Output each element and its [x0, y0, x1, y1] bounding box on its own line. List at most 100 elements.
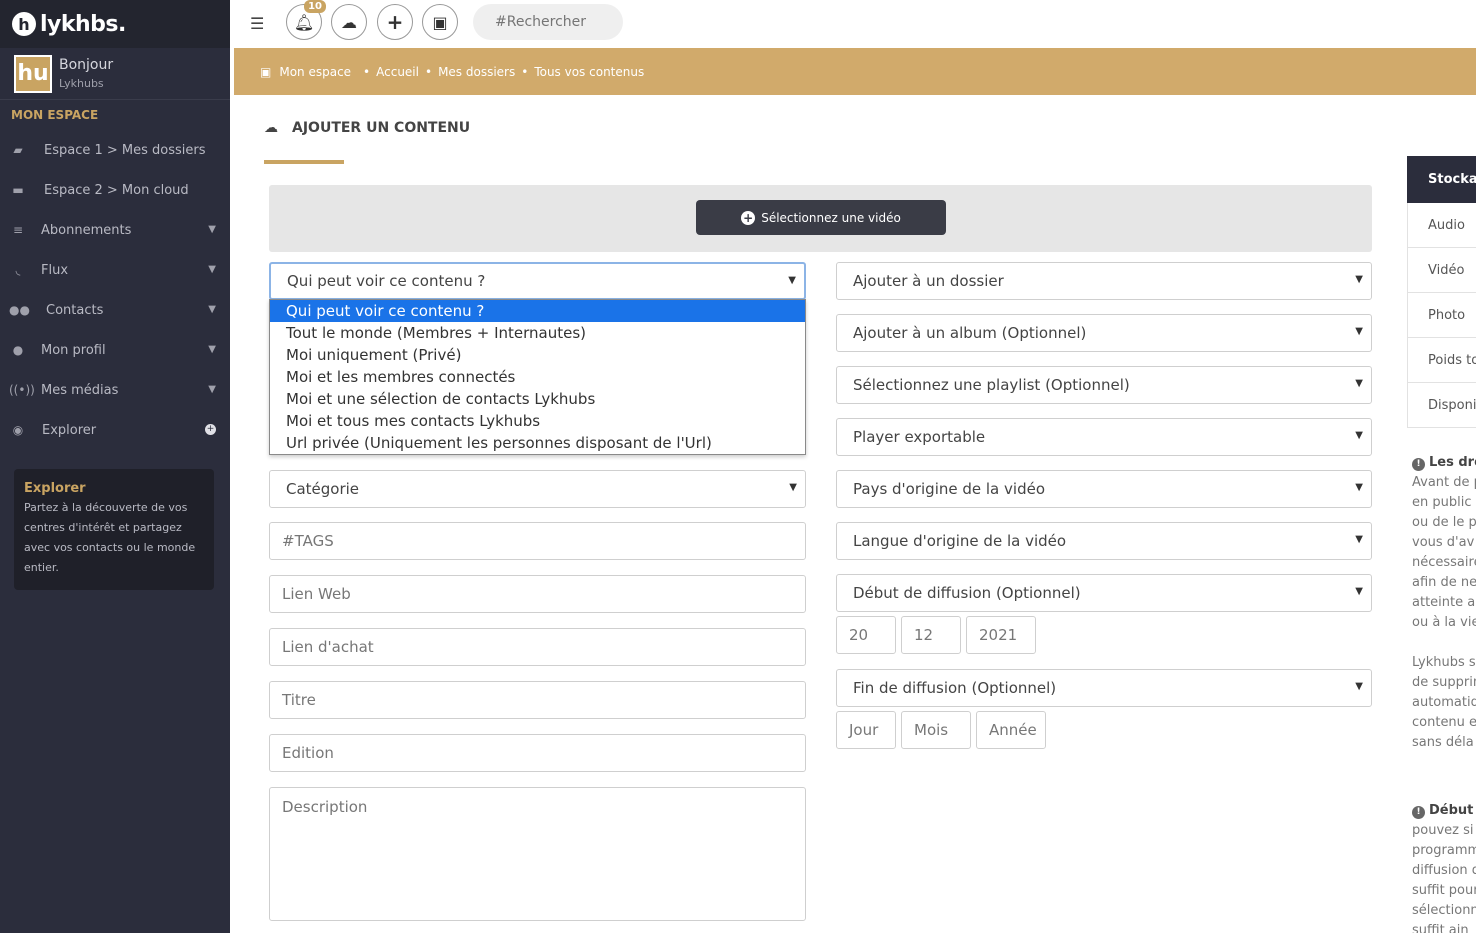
country-select[interactable]: Pays d'origine de la vidéo ▼ — [836, 470, 1372, 508]
rights-line: en public — [1412, 495, 1472, 510]
edition-input[interactable]: Edition — [269, 734, 806, 772]
upload-button[interactable]: ☁ — [331, 4, 367, 40]
avatar: hu — [14, 54, 52, 93]
chevron-down-icon: ▼ — [208, 224, 216, 235]
breadcrumb-item[interactable]: Mes dossiers — [438, 65, 515, 79]
plus-circle-icon[interactable]: + — [205, 424, 216, 435]
language-select[interactable]: Langue d'origine de la vidéo ▼ — [836, 522, 1372, 560]
logo-mark: h — [12, 12, 36, 36]
folder-open-icon: ▰ — [13, 143, 23, 157]
sidebar-item-abonnements[interactable]: ≡ Abonnements ▼ — [0, 210, 230, 250]
player-select[interactable]: Player exportable ▼ — [836, 418, 1372, 456]
storage-row-photo: Photo — [1407, 293, 1476, 338]
sidebar-item-mon-profil[interactable]: ● Mon profil ▼ — [0, 330, 230, 370]
rights-line: ou à la vie — [1412, 615, 1476, 630]
chevron-down-icon: ▼ — [1355, 586, 1363, 597]
sidebar-item-flux[interactable]: ◟ Flux ▼ — [0, 250, 230, 290]
media-icon: ▣ — [432, 12, 448, 32]
start-year-value: 2021 — [979, 626, 1018, 644]
notification-badge: 10 — [304, 0, 326, 13]
sidebar-item-mes-medias[interactable]: ((•)) Mes médias ▼ — [0, 370, 230, 410]
start-date-select-value: Début de diffusion (Optionnel) — [853, 584, 1081, 602]
user-greeting: Bonjour — [59, 57, 114, 73]
visibility-select-value: Qui peut voir ce contenu ? — [287, 272, 486, 290]
purchase-link-input[interactable]: Lien d'achat — [269, 628, 806, 666]
album-select[interactable]: Ajouter à un album (Optionnel) ▼ — [836, 314, 1372, 352]
description-textarea[interactable]: Description — [269, 787, 806, 921]
sidebar-item-explorer[interactable]: ◉ Explorer + — [0, 410, 230, 450]
breadcrumb-home[interactable]: Mon espace — [279, 65, 351, 79]
select-video-button[interactable]: + Sélectionnez une vidéo — [696, 200, 946, 235]
explore-card-text: Partez à la découverte de vos centres d'… — [24, 501, 196, 574]
web-link-input[interactable]: Lien Web — [269, 575, 806, 613]
folder-select-value: Ajouter à un dossier — [853, 272, 1004, 290]
start-day-input[interactable]: 20 — [836, 616, 896, 654]
end-day-input[interactable]: Jour — [836, 711, 896, 749]
explore-card-title: Explorer — [24, 481, 86, 496]
media-button[interactable]: ▣ — [422, 4, 458, 40]
cloud-upload-icon: ☁ — [341, 12, 357, 32]
breadcrumb: ▣ Mon espace • Accueil • Mes dossiers • … — [234, 48, 1476, 95]
start-year-input[interactable]: 2021 — [966, 616, 1036, 654]
visibility-option[interactable]: Url privée (Uniquement les personnes dis… — [270, 432, 805, 454]
end-year-placeholder: Année — [989, 721, 1037, 739]
folder-select[interactable]: Ajouter à un dossier ▼ — [836, 262, 1372, 300]
sidebar: h lykhbs. hu Bonjour Lykhubs MON ESPACE … — [0, 0, 230, 933]
sidebar-item-mon-cloud[interactable]: ▬ Espace 2 > Mon cloud — [0, 170, 230, 210]
rss-icon: ◟ — [15, 263, 21, 277]
player-select-value: Player exportable — [853, 428, 986, 446]
web-link-placeholder: Lien Web — [282, 585, 351, 603]
sidebar-item-mes-dossiers[interactable]: ▰ Espace 1 > Mes dossiers — [0, 130, 230, 170]
visibility-option[interactable]: Moi et une sélection de contacts Lykhubs — [270, 388, 805, 410]
sidebar-item-contacts[interactable]: ●● Contacts ▼ — [0, 290, 230, 330]
tags-placeholder: #TAGS — [282, 532, 334, 550]
sidebar-item-label: Mon profil — [41, 342, 106, 358]
visibility-option[interactable]: Moi et tous mes contacts Lykhubs — [270, 410, 805, 432]
purchase-link-placeholder: Lien d'achat — [282, 638, 374, 656]
users-icon: ●● — [9, 303, 30, 317]
user-card[interactable]: hu Bonjour Lykhubs — [0, 48, 230, 100]
end-date-select-value: Fin de diffusion (Optionnel) — [853, 679, 1057, 697]
start-month-value: 12 — [914, 626, 934, 644]
start-line: sélectionn — [1412, 903, 1476, 918]
sidebar-item-label: Espace 2 > Mon cloud — [44, 182, 189, 198]
start-month-input[interactable]: 12 — [901, 616, 961, 654]
logo[interactable]: h lykhbs. — [0, 0, 230, 48]
chevron-down-icon: ▼ — [1355, 681, 1363, 692]
end-day-placeholder: Jour — [849, 721, 879, 739]
select-video-label: Sélectionnez une vidéo — [761, 210, 901, 225]
search-input[interactable] — [473, 4, 623, 40]
visibility-option[interactable]: Moi et les membres connectés — [270, 366, 805, 388]
end-month-input[interactable]: Mois — [901, 711, 971, 749]
start-info: !Début d pouvez si programm diffusion d … — [1412, 801, 1476, 933]
hamburger-menu-icon[interactable]: ☰ — [250, 14, 264, 33]
tags-input[interactable]: #TAGS — [269, 522, 806, 560]
category-select[interactable]: Catégorie ▼ — [269, 470, 806, 508]
playlist-select[interactable]: Sélectionnez une playlist (Optionnel) ▼ — [836, 366, 1372, 404]
cloud-upload-icon: ☁ — [264, 120, 278, 136]
storage-row-total: Poids total — [1407, 338, 1476, 383]
list-icon: ≡ — [12, 223, 24, 237]
rights-line: vous d'av — [1412, 535, 1475, 550]
end-date-select[interactable]: Fin de diffusion (Optionnel) ▼ — [836, 669, 1372, 707]
rights-line: afin de ne — [1412, 575, 1476, 590]
visibility-select[interactable]: Qui peut voir ce contenu ? ▼ — [269, 262, 806, 300]
visibility-option[interactable]: Tout le monde (Membres + Internautes) — [270, 322, 805, 344]
visibility-option[interactable]: Moi uniquement (Privé) — [270, 344, 805, 366]
chevron-down-icon: ▼ — [208, 384, 216, 395]
start-date-select[interactable]: Début de diffusion (Optionnel) ▼ — [836, 574, 1372, 612]
storage-row-available: Disponible — [1407, 383, 1476, 428]
notifications-button[interactable]: 🔔︎ 10 — [286, 0, 326, 40]
user-name: Lykhubs — [59, 77, 104, 90]
visibility-option[interactable]: Qui peut voir ce contenu ? — [270, 300, 805, 322]
visibility-dropdown: Qui peut voir ce contenu ? Tout le monde… — [269, 299, 806, 455]
title-input[interactable]: Titre — [269, 681, 806, 719]
add-button[interactable]: + — [377, 4, 413, 40]
playlist-select-value: Sélectionnez une playlist (Optionnel) — [853, 376, 1130, 394]
rights-line: sans déla — [1412, 735, 1474, 750]
page-title: ☁ AJOUTER UN CONTENU — [264, 120, 470, 136]
breadcrumb-item[interactable]: Accueil — [376, 65, 419, 79]
plus-circle-icon: + — [741, 210, 756, 225]
end-year-input[interactable]: Année — [976, 711, 1046, 749]
